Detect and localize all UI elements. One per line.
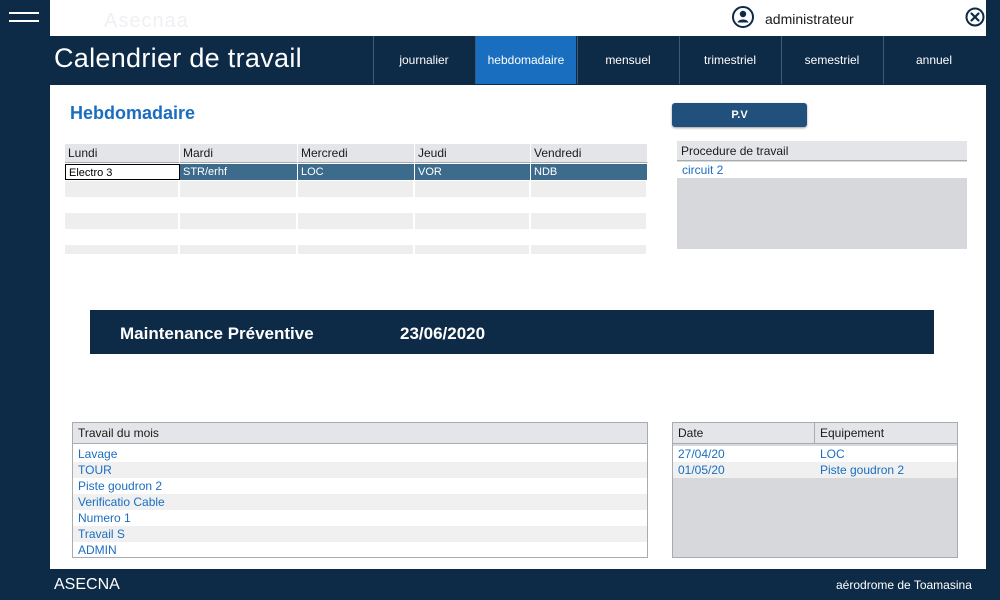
weekly-empty-cell[interactable]	[415, 213, 531, 229]
weekly-header-mardi[interactable]: Mardi	[180, 144, 298, 163]
monthly-work-item[interactable]: Verificatio Cable	[73, 494, 647, 510]
section-title: Hebdomadaire	[70, 103, 196, 123]
monthly-work-item[interactable]: Travail S	[73, 526, 647, 542]
page-title: Calendrier de travail	[54, 43, 302, 73]
weekly-empty-cell[interactable]	[298, 245, 415, 254]
weekly-empty-cell[interactable]	[531, 213, 648, 229]
schedule-equipment: Piste goudron 2	[820, 463, 905, 477]
weekly-empty-cell[interactable]	[298, 213, 415, 229]
footer-site: aérodrome de Toamasina	[836, 578, 972, 592]
schedule-date: 27/04/20	[678, 447, 725, 461]
weekly-empty-cell[interactable]	[65, 245, 180, 254]
ghost-app-title: Asecnaa	[104, 10, 189, 32]
weekly-header-lundi[interactable]: Lundi	[65, 144, 180, 163]
close-circle-icon[interactable]	[965, 7, 985, 27]
weekly-empty-cell[interactable]	[65, 181, 180, 197]
weekly-empty-cell[interactable]	[65, 213, 180, 229]
left-rail	[0, 0, 50, 600]
tab-trimestriel[interactable]: trimestriel	[679, 36, 780, 84]
weekly-empty-cell[interactable]	[298, 181, 415, 197]
monthly-work-list[interactable]: Travail du mois Lavage TOUR Piste goudron …	[72, 422, 648, 558]
banner-date: 23/06/2020	[400, 324, 486, 343]
weekly-empty-cell[interactable]	[180, 181, 298, 197]
weekly-empty-cell[interactable]	[180, 213, 298, 229]
hamburger-menu-icon[interactable]	[9, 12, 39, 24]
schedule-header-equipment[interactable]: Equipement	[815, 423, 957, 444]
right-rail	[986, 0, 1000, 600]
weekly-empty-cell[interactable]	[415, 245, 531, 254]
weekly-cell-jeudi[interactable]: VOR	[415, 164, 531, 180]
monthly-work-list-header[interactable]: Travail du mois	[73, 423, 647, 444]
monthly-work-item[interactable]: TOUR	[73, 462, 647, 478]
weekly-cell-mercredi[interactable]: LOC	[298, 164, 415, 180]
user-name[interactable]: administrateur	[765, 11, 854, 27]
user-circle-icon[interactable]	[732, 6, 754, 28]
monthly-work-item[interactable]: ADMIN	[73, 542, 647, 558]
weekly-cell-lundi[interactable]: Electro 3	[65, 164, 180, 180]
procedure-list-header[interactable]: Procedure de travail	[677, 141, 967, 161]
weekly-empty-cell[interactable]	[531, 245, 648, 254]
footer-org: ASECNA	[54, 576, 120, 593]
weekly-cell-mardi[interactable]: STR/erhf	[180, 164, 298, 180]
weekly-cell-vendredi[interactable]: NDB	[531, 164, 648, 180]
schedule-row[interactable]: 27/04/20 LOC	[673, 446, 957, 462]
weekly-empty-cell[interactable]	[415, 181, 531, 197]
tab-hebdomadaire[interactable]: hebdomadaire	[475, 36, 576, 84]
weekly-header-mercredi[interactable]: Mercredi	[298, 144, 415, 163]
weekly-empty-cell[interactable]	[531, 181, 648, 197]
schedule-row[interactable]: 01/05/20 Piste goudron 2	[673, 462, 957, 478]
procedure-list-item[interactable]: circuit 2	[677, 162, 967, 178]
banner-title: Maintenance Préventive	[120, 324, 314, 343]
schedule-date: 01/05/20	[678, 463, 725, 477]
monthly-work-item[interactable]: Piste goudron 2	[73, 478, 647, 494]
weekly-header-jeudi[interactable]: Jeudi	[415, 144, 531, 163]
pv-button[interactable]: P.V	[672, 103, 807, 127]
tab-annuel[interactable]: annuel	[883, 36, 984, 84]
monthly-work-item[interactable]: Numero 1	[73, 510, 647, 526]
monthly-work-item[interactable]: Lavage	[73, 446, 647, 462]
weekly-empty-cell[interactable]	[180, 245, 298, 254]
tab-semestriel[interactable]: semestriel	[781, 36, 882, 84]
schedule-header-date[interactable]: Date	[673, 423, 815, 444]
schedule-equipment: LOC	[820, 447, 845, 461]
schedule-list[interactable]: Date Equipement 27/04/20 LOC 01/05/20 Piste g…	[672, 422, 958, 558]
tab-mensuel[interactable]: mensuel	[577, 36, 678, 84]
weekly-grid: Lundi Mardi Mercredi Jeudi Vendredi Electro 3…	[65, 144, 648, 254]
tab-journalier[interactable]: journalier	[373, 36, 474, 84]
weekly-header-vendredi[interactable]: Vendredi	[531, 144, 648, 163]
procedure-list[interactable]: Procedure de travail circuit 2	[677, 141, 967, 249]
